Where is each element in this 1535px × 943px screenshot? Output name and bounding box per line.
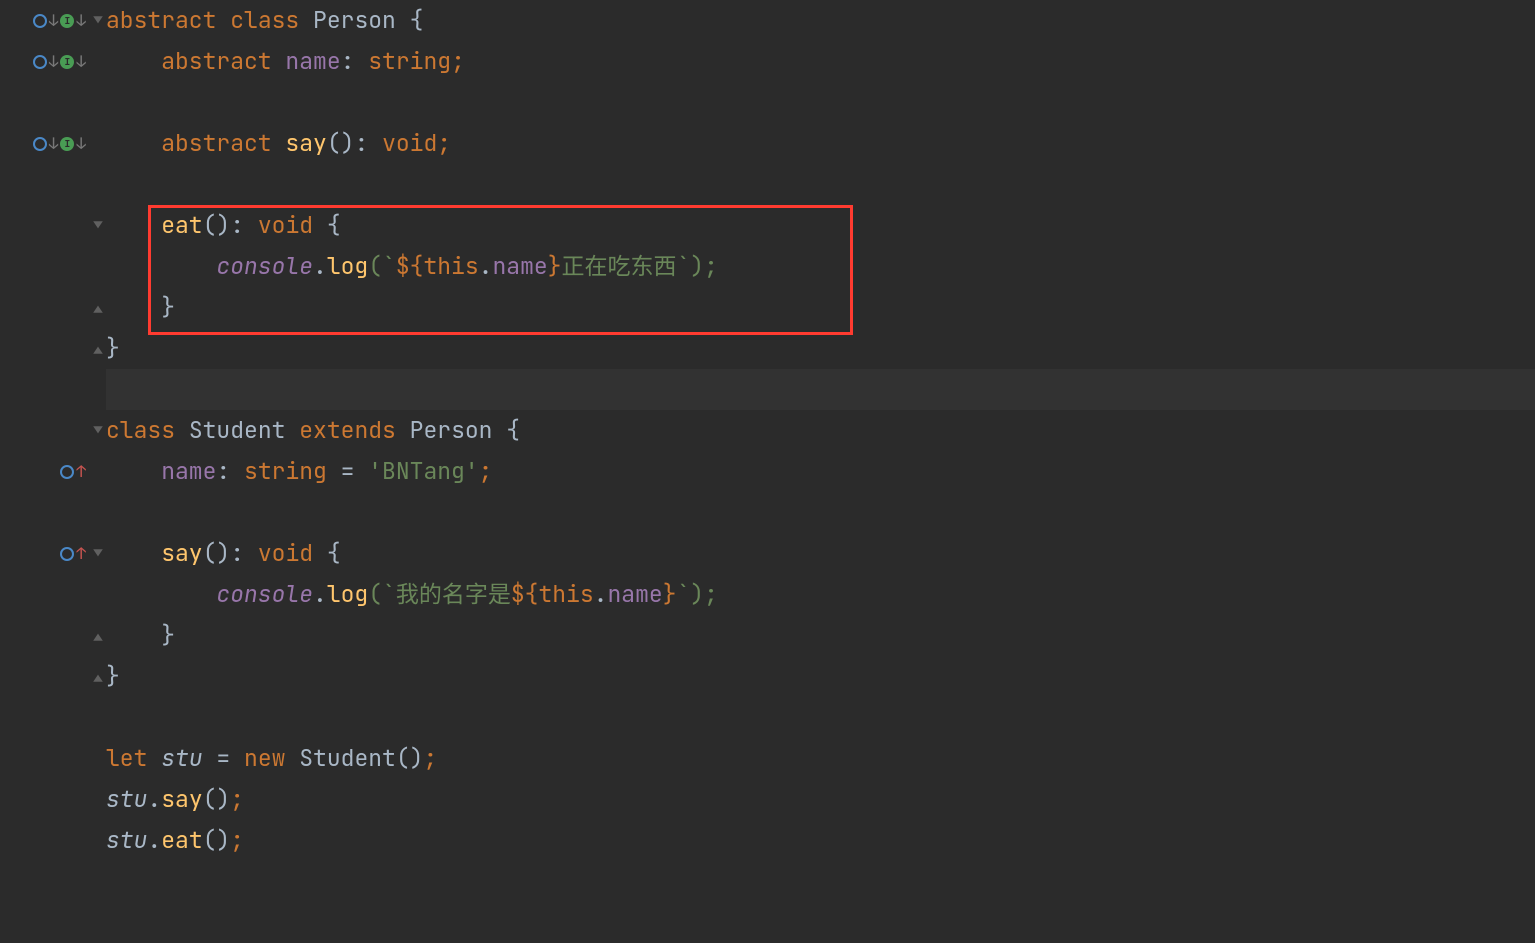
arrow-down-icon: ↓ <box>49 136 59 152</box>
code-line[interactable]: eat(): void { <box>106 205 1535 246</box>
code-line[interactable]: let stu = new Student(); <box>106 738 1535 779</box>
code-editor: ↓ I↓ ↓ I↓ ↓ I↓ ↑ ↑ <box>0 0 1535 943</box>
override-up-icon[interactable] <box>60 465 74 479</box>
code-line[interactable]: } <box>106 615 1535 656</box>
fold-column <box>90 0 106 943</box>
override-up-icon[interactable] <box>60 547 74 561</box>
fold-end-icon[interactable] <box>91 301 105 315</box>
code-line[interactable] <box>106 697 1535 738</box>
code-line[interactable]: } <box>106 328 1535 369</box>
code-line[interactable]: abstract say(): void; <box>106 123 1535 164</box>
override-down-icon[interactable] <box>33 55 47 69</box>
gutter-row[interactable]: ↑ <box>0 451 90 492</box>
fold-toggle-icon[interactable] <box>91 424 105 438</box>
gutter: ↓ I↓ ↓ I↓ ↓ I↓ ↑ ↑ <box>0 0 90 943</box>
code-line[interactable]: class Student extends Person { <box>106 410 1535 451</box>
code-line[interactable]: console.log(`${this.name}正在吃东西`); <box>106 246 1535 287</box>
gutter-row[interactable]: ↑ <box>0 533 90 574</box>
fold-end-icon[interactable] <box>91 670 105 684</box>
fold-end-icon[interactable] <box>91 342 105 356</box>
implemented-icon[interactable]: I <box>60 14 74 28</box>
code-line-active[interactable] <box>106 369 1535 410</box>
fold-toggle-icon[interactable] <box>91 219 105 233</box>
code-line[interactable] <box>106 492 1535 533</box>
arrow-down-icon: ↓ <box>76 54 86 70</box>
implemented-icon[interactable]: I <box>60 137 74 151</box>
override-down-icon[interactable] <box>33 14 47 28</box>
code-line[interactable]: abstract name: string; <box>106 41 1535 82</box>
implemented-icon[interactable]: I <box>60 55 74 69</box>
gutter-row[interactable]: ↓ I↓ <box>0 41 90 82</box>
fold-toggle-icon[interactable] <box>91 14 105 28</box>
code-line[interactable]: console.log(`我的名字是${this.name}`); <box>106 574 1535 615</box>
fold-end-icon[interactable] <box>91 629 105 643</box>
arrow-up-icon: ↑ <box>76 464 86 480</box>
code-area[interactable]: abstract class Person { abstract name: s… <box>106 0 1535 943</box>
code-line[interactable]: abstract class Person { <box>106 0 1535 41</box>
code-line[interactable] <box>106 82 1535 123</box>
code-line[interactable]: name: string = 'BNTang'; <box>106 451 1535 492</box>
code-line[interactable]: say(): void { <box>106 533 1535 574</box>
arrow-down-icon: ↓ <box>49 54 59 70</box>
code-line[interactable]: } <box>106 656 1535 697</box>
arrow-up-icon: ↑ <box>76 546 86 562</box>
code-line[interactable]: stu.say(); <box>106 779 1535 820</box>
arrow-down-icon: ↓ <box>76 13 86 29</box>
arrow-down-icon: ↓ <box>49 13 59 29</box>
arrow-down-icon: ↓ <box>76 136 86 152</box>
code-line[interactable]: stu.eat(); <box>106 820 1535 861</box>
code-line[interactable] <box>106 164 1535 205</box>
gutter-row[interactable]: ↓ I↓ <box>0 0 90 41</box>
fold-toggle-icon[interactable] <box>91 547 105 561</box>
gutter-row[interactable]: ↓ I↓ <box>0 123 90 164</box>
override-down-icon[interactable] <box>33 137 47 151</box>
code-line[interactable]: } <box>106 287 1535 328</box>
